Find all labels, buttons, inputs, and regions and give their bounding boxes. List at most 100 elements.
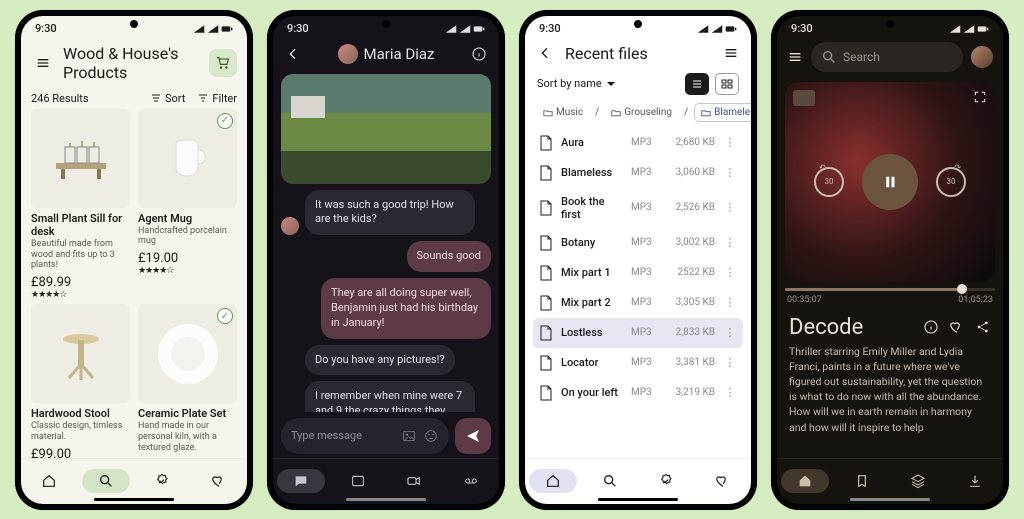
product-desc: Hand made in our personal kiln, with a t… <box>138 421 237 453</box>
status-time: 9:30 <box>539 22 561 35</box>
breadcrumb-item[interactable]: Grouseling <box>605 104 678 121</box>
message-text: Sounds good <box>407 241 491 272</box>
download-icon <box>967 473 983 489</box>
status-time: 9:30 <box>35 22 57 35</box>
nav-home[interactable] <box>529 469 577 493</box>
info-icon[interactable] <box>923 319 939 335</box>
more-icon[interactable]: ⋮ <box>723 166 737 179</box>
info-button[interactable] <box>471 46 487 62</box>
hero-image[interactable] <box>281 74 491 184</box>
product-card[interactable]: ✓ Ceramic Plate Set Hand made in our per… <box>138 304 237 457</box>
filter-label: Filter <box>212 92 237 105</box>
file-row[interactable]: On your left MP3 3,219 KB ⋮ <box>533 378 743 408</box>
file-ext: MP3 <box>631 387 659 398</box>
image-icon[interactable] <box>401 428 417 444</box>
nav-search[interactable] <box>82 469 130 493</box>
nav-verified[interactable] <box>642 469 690 493</box>
product-card[interactable]: Small Plant Sill for desk Beautiful made… <box>31 109 130 301</box>
file-size: 2,526 KB <box>667 202 715 213</box>
nav-layers[interactable] <box>894 469 942 493</box>
nav-favorites[interactable] <box>699 469 747 493</box>
search-input[interactable]: Search <box>811 42 963 72</box>
seek-bar[interactable] <box>785 288 995 291</box>
cart-button[interactable] <box>209 49 237 77</box>
breadcrumb-item[interactable]: Music <box>537 104 589 121</box>
nav-voicemail[interactable] <box>447 469 495 493</box>
nav-favorites[interactable] <box>195 469 243 493</box>
pause-button[interactable] <box>862 154 918 210</box>
more-icon[interactable]: ⋮ <box>723 326 737 339</box>
file-size: 2,680 KB <box>667 137 715 148</box>
product-rating: ★★★★☆ <box>31 290 130 300</box>
nav-home[interactable] <box>781 469 829 493</box>
more-icon[interactable]: ⋮ <box>723 201 737 214</box>
message-sent: Sounds good <box>281 241 491 272</box>
product-name: Agent Mug <box>138 212 237 225</box>
nav-bookmark[interactable] <box>838 469 886 493</box>
menu-button[interactable] <box>723 45 739 61</box>
sort-dropdown[interactable]: Sort by name <box>537 77 616 90</box>
crumb-label: Music <box>556 107 583 118</box>
product-price: £99.00 <box>31 447 130 457</box>
video-icon <box>406 473 422 489</box>
product-card[interactable]: ✓ Agent Mug Handcrafted porcelain mug £1… <box>138 109 237 301</box>
file-row[interactable]: Aura MP3 2,680 KB ⋮ <box>533 128 743 158</box>
file-row[interactable]: Book the first MP3 2,526 KB ⋮ <box>533 188 743 228</box>
back-button[interactable] <box>537 45 553 61</box>
fullscreen-icon[interactable] <box>973 90 987 104</box>
video-stage[interactable]: ↶30 ↷30 <box>785 82 995 282</box>
menu-icon[interactable] <box>31 51 55 75</box>
more-icon[interactable]: ⋮ <box>723 136 737 149</box>
message-text: It was such a good trip! How are the kid… <box>305 190 475 236</box>
favorite-icon[interactable] <box>949 319 965 335</box>
message-recv: It was such a good trip! How are the kid… <box>281 190 491 236</box>
filter-button[interactable]: Filter <box>197 92 237 105</box>
file-row[interactable]: Botany MP3 3,002 KB ⋮ <box>533 228 743 258</box>
results-count: 246 Results <box>31 92 89 105</box>
emoji-icon[interactable] <box>423 428 439 444</box>
nav-search[interactable] <box>586 469 634 493</box>
more-icon[interactable]: ⋮ <box>723 266 737 279</box>
product-name: Small Plant Sill for desk <box>31 212 130 238</box>
back-button[interactable] <box>285 46 301 62</box>
file-row[interactable]: Mix part 2 MP3 3,305 KB ⋮ <box>533 288 743 318</box>
nav-video[interactable] <box>390 469 438 493</box>
file-ext: MP3 <box>631 202 659 213</box>
breadcrumb-item[interactable]: Blameless <box>694 103 751 122</box>
nav-gallery[interactable] <box>334 469 382 493</box>
message-input[interactable]: Type message <box>281 418 449 454</box>
search-icon <box>602 473 618 489</box>
chat-title: Maria Diaz <box>311 44 461 64</box>
file-name: Lostless <box>561 326 623 339</box>
send-button[interactable] <box>455 418 491 454</box>
list-view-button[interactable] <box>685 73 709 95</box>
message-recv: I remember when mine were 7 and 9 the cr… <box>281 381 491 411</box>
file-row[interactable]: Mix part 1 MP3 2522 KB ⋮ <box>533 258 743 288</box>
folder-icon <box>701 108 711 117</box>
more-icon[interactable]: ⋮ <box>723 236 737 249</box>
grid-view-button[interactable] <box>715 73 739 95</box>
file-row[interactable]: Lostless MP3 2,833 KB ⋮ <box>533 318 743 348</box>
more-icon[interactable]: ⋮ <box>723 386 737 399</box>
file-row[interactable]: Locator MP3 3,381 KB ⋮ <box>533 348 743 378</box>
badge-icon <box>154 473 170 489</box>
nav-verified[interactable] <box>138 469 186 493</box>
status-time: 9:30 <box>791 22 813 35</box>
skip-back-button[interactable]: ↶30 <box>814 167 844 197</box>
share-icon[interactable] <box>975 319 991 335</box>
file-row[interactable]: Blameless MP3 3,060 KB ⋮ <box>533 158 743 188</box>
nav-download[interactable] <box>951 469 999 493</box>
status-indicators <box>193 24 233 34</box>
sort-button[interactable]: Sort <box>150 92 185 105</box>
more-icon[interactable]: ⋮ <box>723 356 737 369</box>
pip-icon[interactable] <box>793 90 815 106</box>
file-name: Book the first <box>561 195 623 221</box>
avatar[interactable] <box>971 46 993 68</box>
menu-button[interactable] <box>787 49 803 65</box>
skip-fwd-button[interactable]: ↷30 <box>936 167 966 197</box>
more-icon[interactable]: ⋮ <box>723 296 737 309</box>
search-placeholder: Search <box>843 50 880 64</box>
nav-chat[interactable] <box>277 469 325 493</box>
nav-home[interactable] <box>25 469 73 493</box>
product-card[interactable]: Hardwood Stool Classic design, timless m… <box>31 304 130 457</box>
